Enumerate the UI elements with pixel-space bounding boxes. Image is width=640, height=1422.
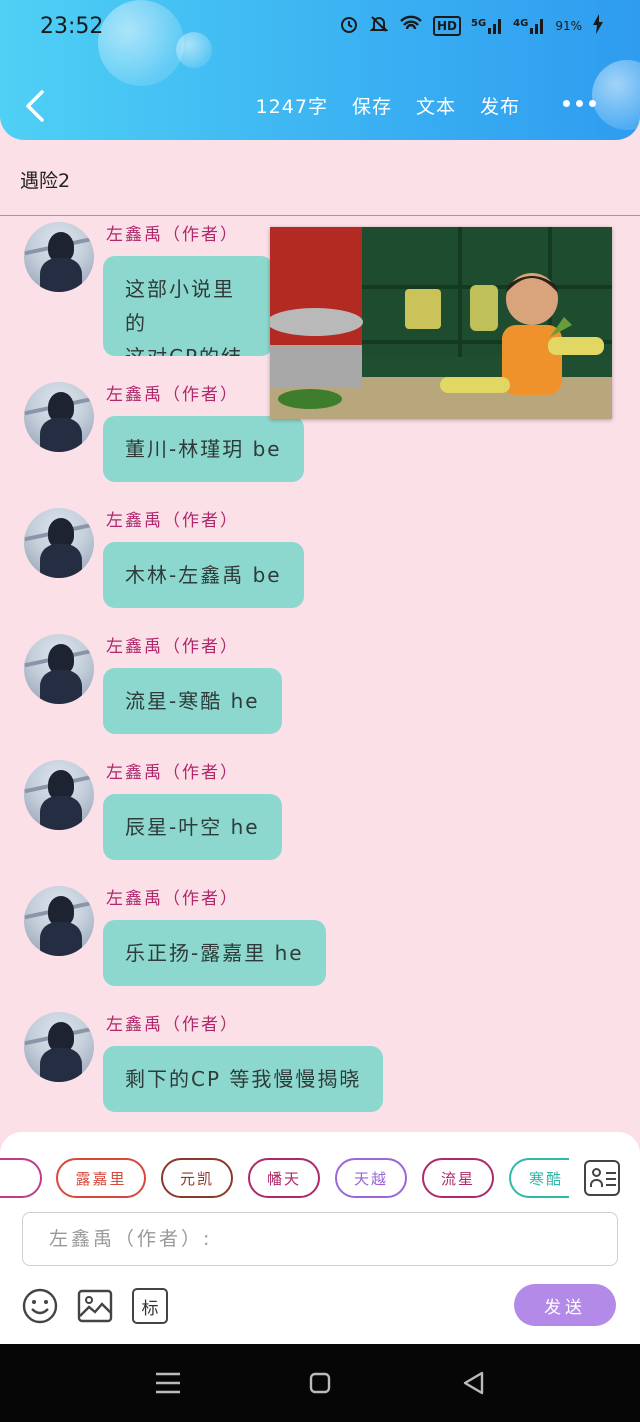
author-name: 左鑫禹（作者）	[106, 637, 239, 657]
publish-button[interactable]: 发布	[480, 92, 520, 119]
author-name: 左鑫禹（作者）	[106, 225, 239, 245]
character-chip-row: 露嘉里 元凯 幡天 天越 流星 寒酷	[0, 1158, 640, 1198]
send-button[interactable]: 发送	[514, 1284, 616, 1326]
floating-video-window[interactable]	[270, 227, 612, 419]
alarm-icon	[339, 14, 359, 38]
author-name: 左鑫禹（作者）	[106, 763, 239, 783]
character-chip[interactable]: 露嘉里	[56, 1158, 146, 1198]
message-text-line: 这对CP的结局	[125, 340, 251, 356]
author-name: 左鑫禹（作者）	[106, 889, 239, 909]
back-button[interactable]	[22, 88, 48, 124]
signal-4g-icon: 4G	[513, 18, 545, 34]
image-icon[interactable]	[77, 1288, 113, 1324]
video-frame-image	[270, 227, 612, 419]
message-bubble[interactable]: 这部小说里的 这对CP的结局	[103, 256, 273, 356]
avatar[interactable]	[24, 886, 94, 956]
character-chip[interactable]: 流星	[422, 1158, 494, 1198]
system-navigation-bar	[0, 1344, 640, 1422]
editor-toolbar: 1247字 保存 文本 发布	[256, 92, 520, 119]
composer-panel: 露嘉里 元凯 幡天 天越 流星 寒酷 左鑫禹（作者）: 标 发送	[0, 1132, 640, 1344]
back-triangle-icon[interactable]	[462, 1371, 484, 1399]
message-bubble[interactable]: 剩下的CP 等我慢慢揭晓	[103, 1046, 384, 1112]
hd-badge: HD	[432, 16, 461, 36]
text-button[interactable]: 文本	[416, 92, 456, 119]
character-chip[interactable]	[0, 1158, 42, 1198]
character-card-button[interactable]	[584, 1160, 620, 1196]
mute-bell-icon	[369, 14, 389, 38]
author-name: 左鑫禹（作者）	[106, 1015, 239, 1035]
decorative-bubble	[592, 60, 640, 130]
signal-5g-icon: 5G	[471, 18, 503, 34]
message-bubble[interactable]: 乐正扬-露嘉里 he	[103, 920, 326, 986]
avatar[interactable]	[24, 1012, 94, 1082]
message-bubble[interactable]: 流星-寒酷 he	[103, 668, 282, 734]
signal-4g-label: 4G	[513, 18, 529, 29]
status-time: 23:52	[40, 14, 104, 39]
emoji-icon[interactable]	[22, 1288, 58, 1324]
message-bubble[interactable]: 董川-林瑾玥 be	[103, 416, 304, 482]
message-input[interactable]: 左鑫禹（作者）:	[22, 1212, 618, 1266]
status-icons: HD 5G 4G 91%	[339, 14, 604, 38]
avatar[interactable]	[24, 382, 94, 452]
save-button[interactable]: 保存	[352, 92, 392, 119]
message-bubble[interactable]: 辰星-叶空 he	[103, 794, 282, 860]
avatar[interactable]	[24, 508, 94, 578]
wifi-icon	[399, 15, 423, 37]
decorative-bubble	[176, 32, 212, 68]
document-title[interactable]: 遇险2	[20, 166, 70, 193]
battery-level: 91%	[555, 19, 582, 33]
message-bubble[interactable]: 木林-左鑫禹 be	[103, 542, 304, 608]
document-title-bar: 遇险2	[0, 140, 640, 216]
avatar[interactable]	[24, 634, 94, 704]
character-chip[interactable]: 元凯	[161, 1158, 233, 1198]
avatar[interactable]	[24, 760, 94, 830]
avatar[interactable]	[24, 222, 94, 292]
chevron-left-icon	[26, 90, 44, 122]
signal-5g-label: 5G	[470, 18, 487, 29]
home-icon[interactable]	[309, 1372, 331, 1398]
character-chip[interactable]: 天越	[335, 1158, 407, 1198]
character-chip[interactable]: 寒酷	[509, 1158, 569, 1198]
word-count: 1247字	[255, 96, 328, 118]
charging-icon	[592, 14, 604, 38]
more-options-button[interactable]	[563, 100, 596, 107]
author-name: 左鑫禹（作者）	[106, 511, 239, 531]
message-text-line: 这部小说里的	[125, 277, 235, 335]
menu-icon[interactable]	[156, 1372, 180, 1398]
tag-icon[interactable]: 标	[132, 1288, 168, 1324]
decorative-bubble	[98, 0, 184, 86]
app-header: 23:52 HD 5G 4G 91% 1247字 保存 文本 发布	[0, 0, 640, 140]
author-name: 左鑫禹（作者）	[106, 385, 239, 405]
character-chip[interactable]: 幡天	[248, 1158, 320, 1198]
